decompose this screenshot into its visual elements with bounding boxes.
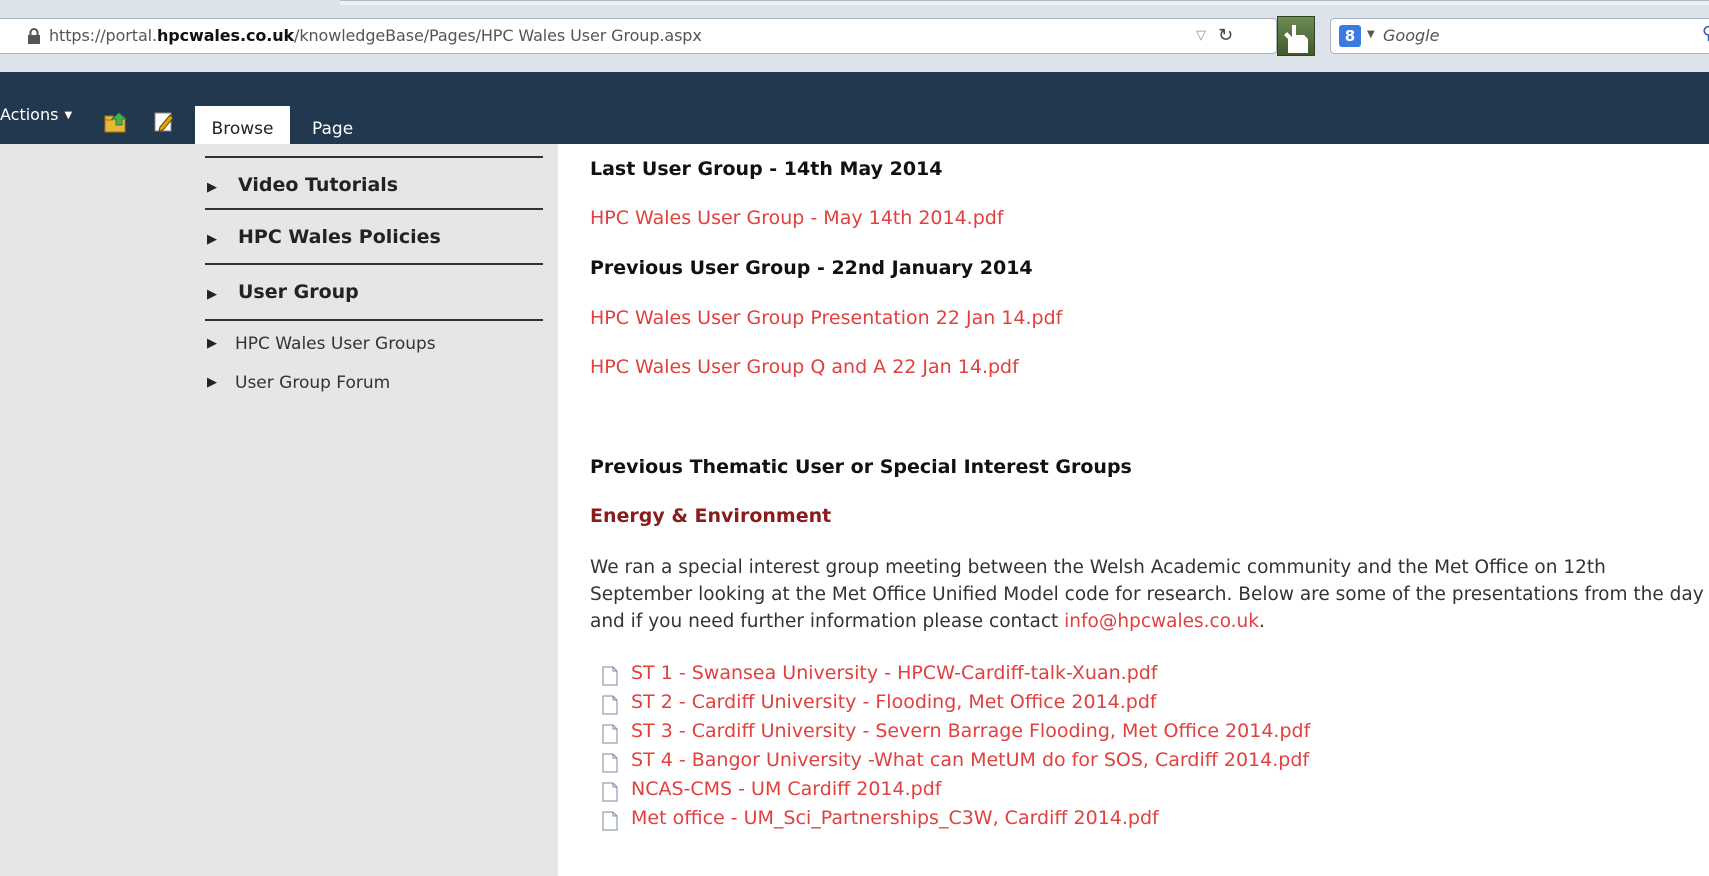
tab-browse[interactable]: Browse: [195, 106, 290, 144]
description-paragraph: We ran a special interest group meeting …: [590, 554, 1709, 635]
document-icon: [602, 811, 618, 831]
reload-icon[interactable]: ↻: [1218, 25, 1238, 47]
document-icon: [602, 724, 618, 744]
triangle-right-icon: ▶: [207, 287, 217, 302]
actions-menu[interactable]: Actions ▼: [0, 105, 72, 124]
document-icon: [602, 782, 618, 802]
nav-item-video-tutorials[interactable]: ▶ Video Tutorials: [205, 156, 543, 208]
last-user-group-heading: Last User Group - 14th May 2014: [590, 158, 943, 180]
search-engine-icon[interactable]: 8: [1339, 25, 1361, 47]
addon-button-icon[interactable]: [1277, 16, 1315, 56]
browser-toolbar: https://portal.hpcwales.co.uk/knowledgeB…: [0, 0, 1709, 72]
previous-user-group-heading: Previous User Group - 22nd January 2014: [590, 257, 1033, 279]
file-link[interactable]: NCAS-CMS - UM Cardiff 2014.pdf: [631, 778, 941, 800]
file-link[interactable]: ST 1 - Swansea University - HPCW-Cardiff…: [631, 662, 1158, 684]
url-text[interactable]: https://portal.hpcwales.co.uk/knowledgeB…: [49, 26, 702, 45]
tab-strip-edge: [340, 0, 1709, 5]
contact-email-link[interactable]: info@hpcwales.co.uk: [1064, 611, 1259, 632]
file-link[interactable]: ST 2 - Cardiff University - Flooding, Me…: [631, 691, 1157, 713]
energy-environment-heading: Energy & Environment: [590, 505, 832, 527]
thematic-groups-heading: Previous Thematic User or Special Intere…: [590, 456, 1132, 478]
lock-icon: [28, 28, 40, 44]
subnav-label: HPC Wales User Groups: [235, 334, 436, 354]
search-input[interactable]: Google: [1383, 26, 1439, 45]
nav-item-label: User Group: [238, 281, 359, 303]
last-user-group-link[interactable]: HPC Wales User Group - May 14th 2014.pdf: [590, 207, 1004, 229]
document-icon: [602, 695, 618, 715]
file-link[interactable]: ST 3 - Cardiff University - Severn Barra…: [631, 720, 1310, 742]
edit-page-icon[interactable]: [154, 112, 174, 132]
folder-up-icon[interactable]: [104, 111, 128, 133]
tab-page[interactable]: Page: [312, 106, 353, 144]
left-navigation: ▶ Video Tutorials ▶ HPC Wales Policies ▶…: [0, 144, 558, 876]
search-box[interactable]: 8 ▼ Google ⚲: [1330, 18, 1709, 54]
previous-presentation-link[interactable]: HPC Wales User Group Presentation 22 Jan…: [590, 307, 1062, 329]
nav-item-label: HPC Wales Policies: [238, 226, 441, 248]
triangle-right-icon: ▶: [207, 180, 217, 195]
hand-pointer-icon: [1284, 25, 1308, 53]
triangle-right-icon: ▶: [207, 375, 217, 390]
description-end: .: [1259, 611, 1265, 632]
actions-label: Actions: [0, 105, 59, 124]
file-link[interactable]: ST 4 - Bangor University -What can MetUM…: [631, 749, 1309, 771]
address-bar[interactable]: https://portal.hpcwales.co.uk/knowledgeB…: [0, 18, 1277, 54]
previous-qa-link[interactable]: HPC Wales User Group Q and A 22 Jan 14.p…: [590, 356, 1019, 378]
subnav-label: User Group Forum: [235, 373, 391, 393]
nav-item-user-group[interactable]: ▶ User Group: [205, 263, 543, 321]
file-link[interactable]: Met office - UM_Sci_Partnerships_C3W, Ca…: [631, 807, 1159, 829]
document-icon: [602, 753, 618, 773]
nav-item-hpc-wales-policies[interactable]: ▶ HPC Wales Policies: [205, 208, 543, 263]
chevron-down-icon[interactable]: ▼: [1367, 29, 1375, 40]
nav-item-label: Video Tutorials: [238, 174, 399, 196]
history-dropdown-icon[interactable]: ▽: [1196, 29, 1210, 43]
document-icon: [602, 666, 618, 686]
triangle-right-icon: ▶: [207, 232, 217, 247]
search-icon[interactable]: ⚲: [1702, 23, 1709, 44]
triangle-right-icon: ▶: [207, 336, 217, 351]
chevron-down-icon: ▼: [64, 110, 73, 121]
